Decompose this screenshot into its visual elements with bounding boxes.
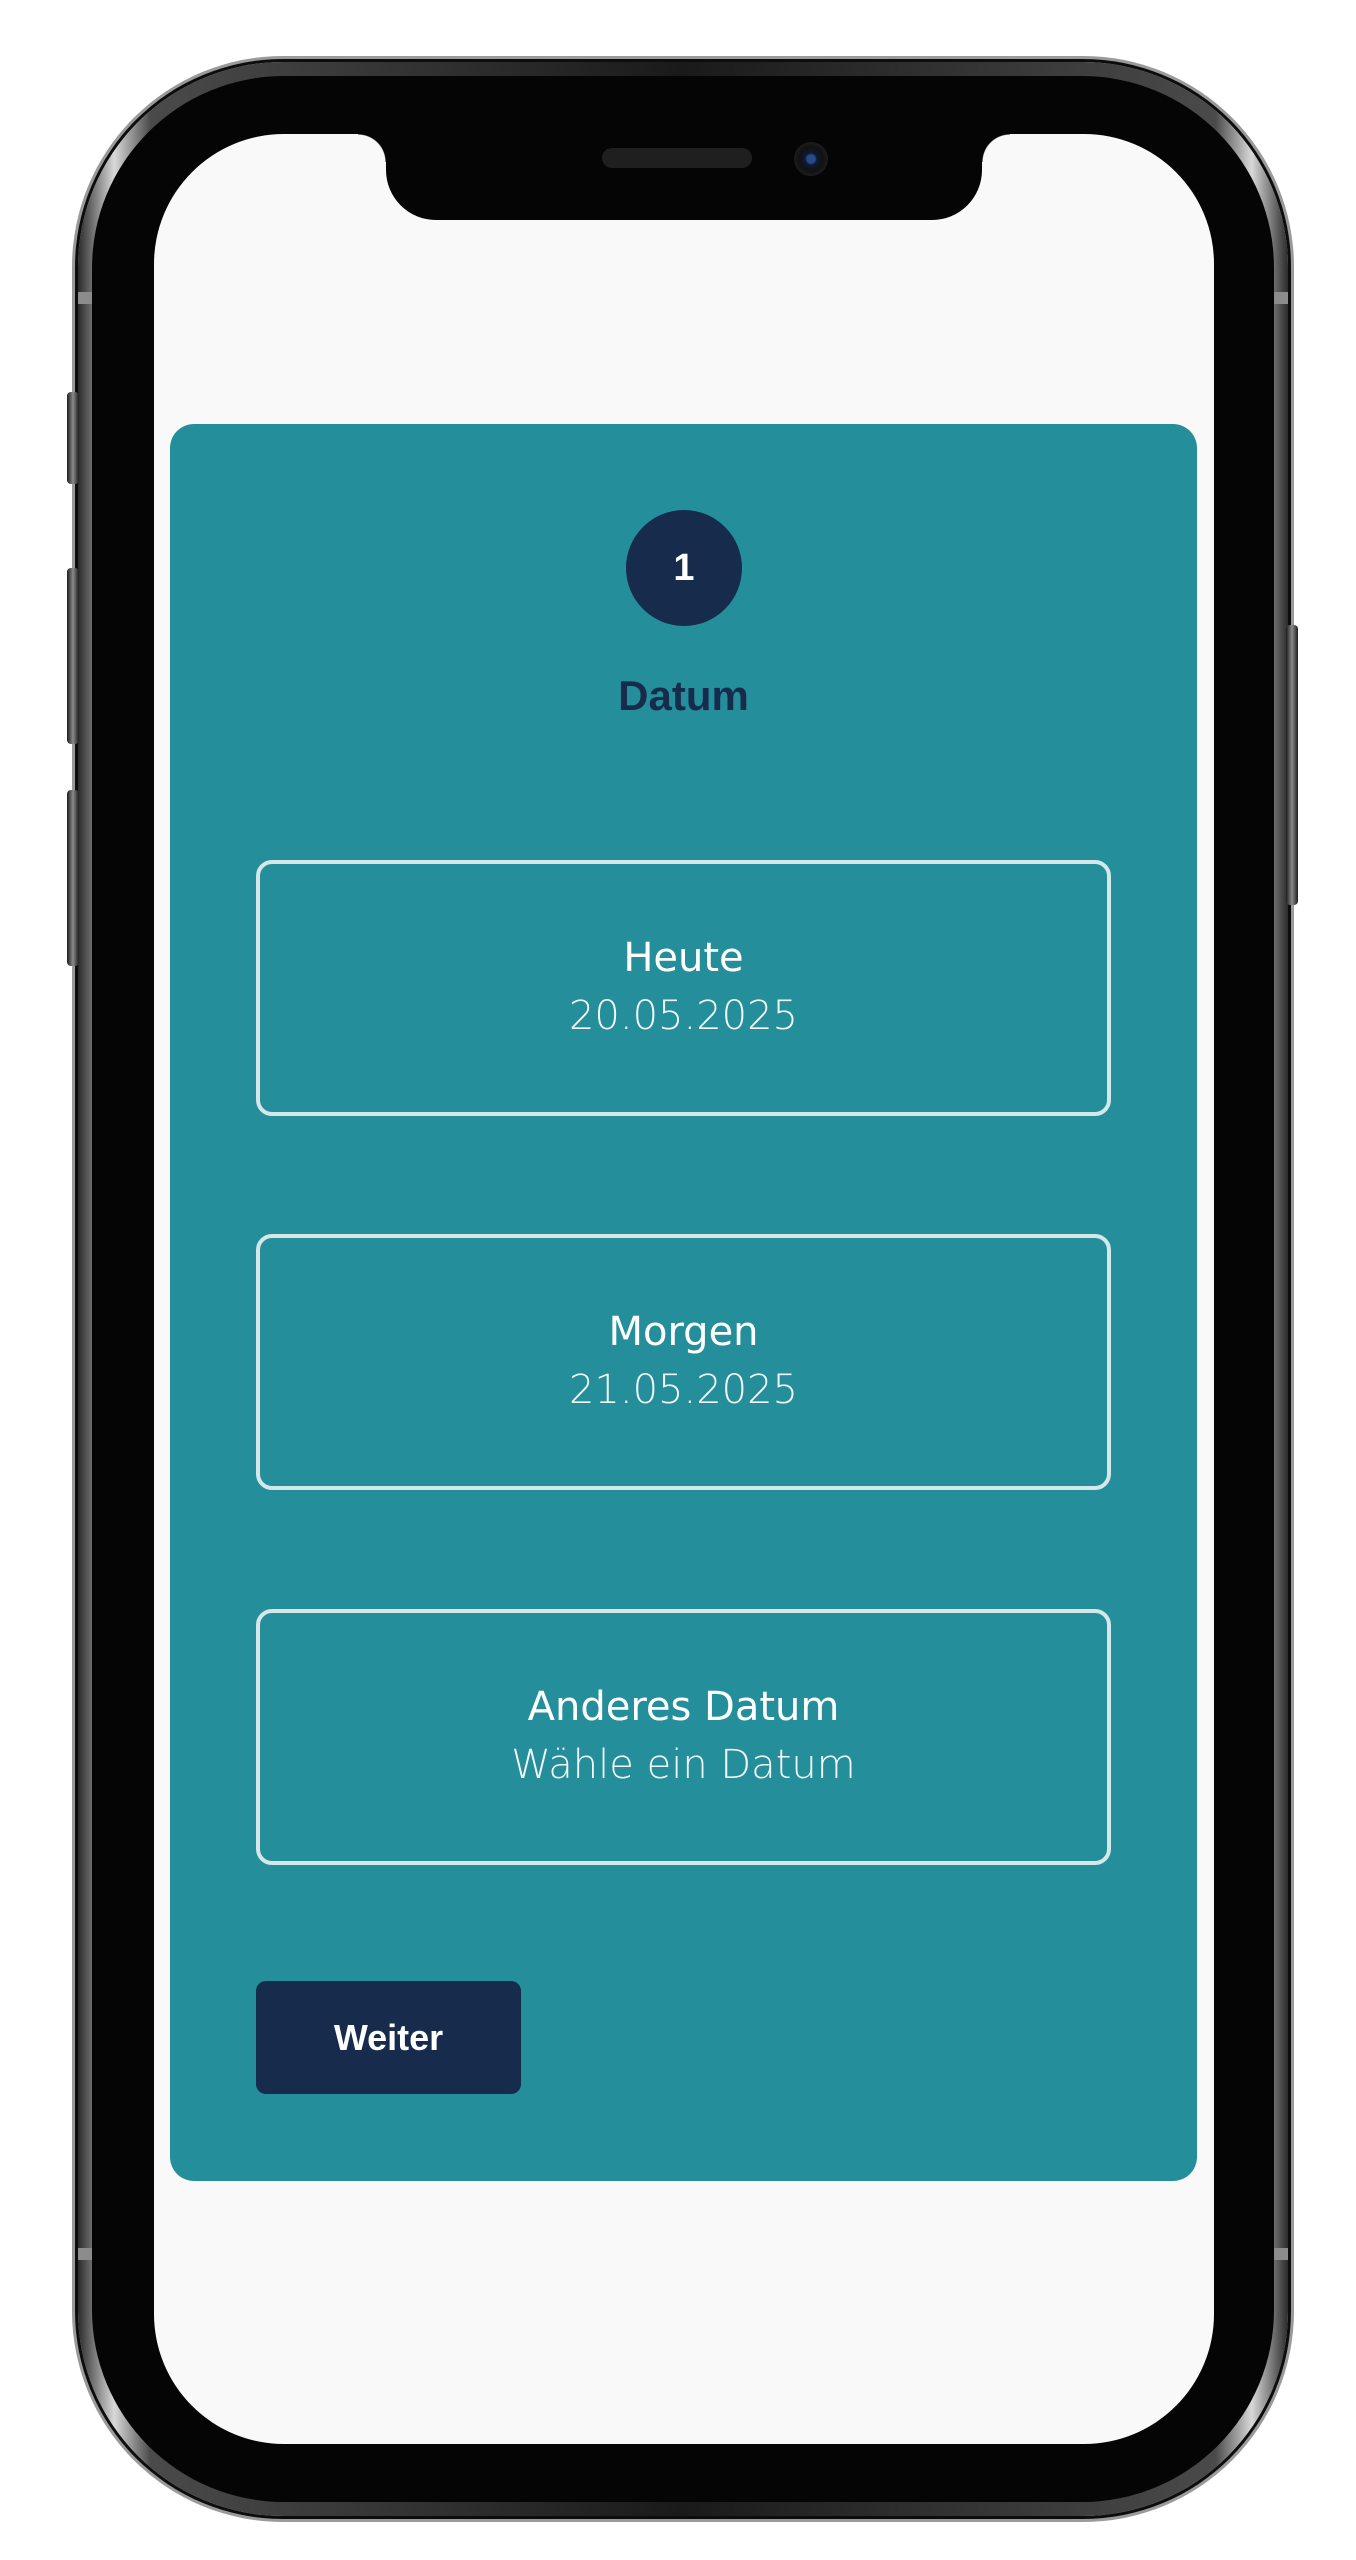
option-tomorrow-label: Morgen [608,1309,759,1355]
option-other-date[interactable]: Anderes Datum Wähle ein Datum [256,1609,1111,1865]
antenna-band [1274,2248,1288,2260]
antenna-band [78,2248,92,2260]
volume-down-button [67,790,79,966]
step-number-badge: 1 [626,510,742,626]
next-button[interactable]: Weiter [256,1981,521,2094]
speaker-grille [602,148,752,168]
power-button [1286,625,1298,905]
option-today-date: 20.05.2025 [568,993,799,1039]
option-tomorrow[interactable]: Morgen 21.05.2025 [256,1234,1111,1490]
notch [358,134,1010,220]
step-title: Datum [618,672,749,719]
volume-up-button [67,568,79,744]
option-tomorrow-date: 21.05.2025 [568,1367,799,1413]
camera-icon [794,142,828,176]
option-other-date-label: Anderes Datum [527,1684,840,1730]
antenna-band [1274,292,1288,304]
option-today[interactable]: Heute 20.05.2025 [256,860,1111,1116]
date-step-card: 1 Datum Heute 20.05.2025 Morgen 21.05.20… [170,424,1197,2181]
option-today-label: Heute [623,935,744,981]
antenna-band [78,292,92,304]
phone-screen: 1 Datum Heute 20.05.2025 Morgen 21.05.20… [154,134,1214,2444]
option-other-date-hint: Wähle ein Datum [511,1742,856,1788]
mute-switch [67,392,79,484]
